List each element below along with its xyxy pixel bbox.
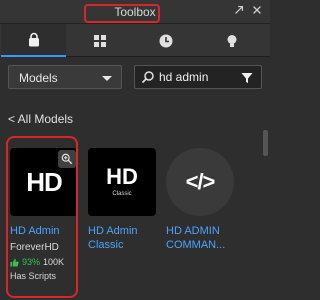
tab-lights[interactable]: [199, 24, 264, 57]
scrollbar[interactable]: [263, 130, 268, 156]
model-card[interactable]: HD Classic HD Admin Classic: [88, 148, 156, 252]
model-name-link[interactable]: HD Admin Classic: [88, 224, 156, 252]
undock-icon[interactable]: [232, 4, 246, 18]
code-icon: </>: [185, 169, 216, 194]
tab-bar: [0, 24, 270, 57]
bag-icon: [28, 32, 39, 46]
filter-row: Models: [0, 57, 270, 97]
thumbnail-subtext: Classic: [112, 191, 132, 197]
tab-inventory[interactable]: [1, 24, 66, 57]
category-label: Models: [19, 71, 58, 85]
tab-recent[interactable]: [67, 24, 132, 57]
tab-creations[interactable]: [133, 24, 198, 57]
model-name-link[interactable]: HD ADMIN COMMAN...: [166, 224, 234, 252]
back-to-all-models-link[interactable]: < All Models: [8, 112, 73, 126]
bulb-icon: [227, 34, 236, 47]
model-thumbnail[interactable]: HD Classic: [88, 148, 156, 216]
card-highlight-ring: [6, 136, 78, 298]
chevron-down-icon: [102, 76, 112, 81]
model-card[interactable]: </> HD ADMIN COMMAN...: [166, 148, 234, 252]
filter-icon[interactable]: [241, 72, 253, 84]
titlebar: Toolbox: [0, 0, 270, 24]
category-dropdown[interactable]: Models: [8, 65, 122, 89]
clock-icon: [159, 34, 172, 47]
grid-icon: [93, 34, 106, 47]
title-highlight-ring: [84, 4, 160, 23]
search-icon: [141, 71, 154, 84]
model-thumbnail[interactable]: </>: [166, 148, 234, 216]
thumbnail-text: HD: [106, 164, 138, 189]
close-icon[interactable]: [250, 4, 264, 18]
search-box[interactable]: [134, 65, 262, 89]
search-input[interactable]: [159, 68, 231, 86]
